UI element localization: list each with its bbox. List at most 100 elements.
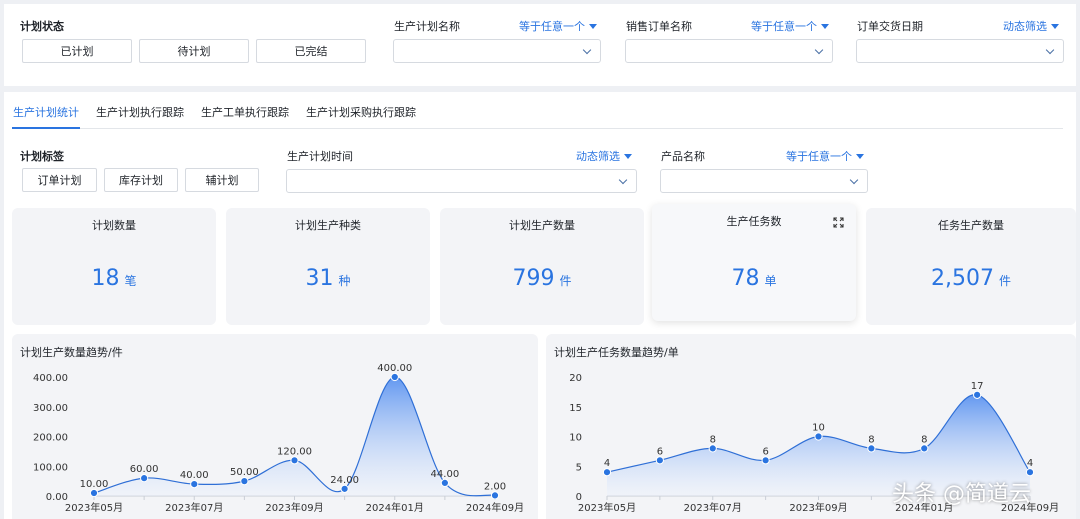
data-point[interactable]: [240, 477, 249, 486]
kpi-value: 2,507 件: [866, 266, 1076, 291]
data-point[interactable]: [1025, 468, 1035, 477]
data-label: 8: [868, 434, 874, 445]
data-point[interactable]: [814, 432, 823, 441]
data-point[interactable]: [602, 468, 612, 477]
data-point[interactable]: [140, 474, 149, 483]
kpi-task-count[interactable]: 生产任务数 78 单: [652, 204, 856, 321]
sales-order-operator-text: 等于任意一个: [751, 20, 817, 33]
data-label: 17: [971, 381, 984, 392]
data-label: 400.00: [377, 363, 412, 374]
y-tick-label: 5: [576, 462, 582, 473]
data-point[interactable]: [340, 484, 349, 493]
expand-icon[interactable]: [833, 217, 844, 228]
kpi-number: 2,507: [931, 266, 994, 291]
plan-name-select[interactable]: [393, 39, 601, 63]
data-point[interactable]: [708, 444, 717, 453]
x-tick-label: 2024年09月: [466, 501, 524, 514]
sales-order-select[interactable]: [625, 39, 833, 63]
plan-time-select[interactable]: [286, 169, 637, 193]
kpi-value: 78 单: [652, 266, 856, 291]
data-point[interactable]: [440, 478, 449, 488]
chevron-down-icon: [582, 45, 592, 55]
caret-down-icon: [624, 153, 632, 159]
kpi-task-quantity: 任务生产数量 2,507 件: [866, 208, 1076, 325]
plan-status-option-finished[interactable]: 已完结: [256, 39, 366, 63]
data-label: 4: [1027, 458, 1033, 469]
kpi-unit: 件: [998, 274, 1011, 288]
data-point[interactable]: [973, 390, 982, 399]
plan-time-operator[interactable]: 动态筛选: [576, 148, 632, 164]
plan-status-option-pending[interactable]: 待计划: [139, 39, 249, 63]
product-name-operator-text: 等于任意一个: [786, 150, 852, 163]
data-label: 8: [710, 434, 716, 445]
tab-plan-execution[interactable]: 生产计划执行跟踪: [96, 104, 184, 120]
plan-tag-option-aux[interactable]: 辅计划: [185, 168, 259, 192]
plan-tag-option-stock[interactable]: 库存计划: [104, 168, 178, 192]
data-point[interactable]: [490, 491, 500, 500]
caret-down-icon: [1051, 23, 1059, 29]
y-tick-label: 0: [576, 492, 582, 503]
data-label: 10.00: [80, 479, 109, 490]
y-tick-label: 20: [569, 373, 582, 384]
data-point[interactable]: [761, 456, 770, 465]
caret-down-icon: [856, 153, 864, 159]
x-tick-label: 2023年09月: [265, 501, 323, 514]
chart-card-quantity: 计划生产数量趋势/件 0.00 100.00 200.00 300.00 400.00 2…: [12, 334, 538, 519]
delivery-date-operator-text: 动态筛选: [1003, 20, 1047, 33]
plan-name-label: 生产计划名称: [394, 20, 460, 33]
kpi-value: 799 件: [440, 266, 644, 291]
data-label: 120.00: [277, 446, 312, 457]
data-point[interactable]: [920, 444, 929, 453]
chevron-down-icon: [849, 175, 859, 185]
delivery-date-select[interactable]: [856, 39, 1064, 63]
y-tick-label: 300.00: [33, 403, 68, 414]
plan-tag-label: 计划标签: [20, 150, 64, 163]
data-point[interactable]: [655, 456, 664, 465]
y-tick-label: 0.00: [46, 492, 68, 503]
kpi-title: 计划生产数量: [509, 219, 575, 232]
plan-name-operator-text: 等于任意一个: [519, 20, 585, 33]
kpi-unit: 笔: [124, 274, 137, 288]
x-tick-label: 2023年07月: [684, 501, 742, 514]
kpi-title: 计划数量: [92, 219, 136, 232]
delivery-date-operator[interactable]: 动态筛选: [1003, 18, 1059, 34]
y-tick-label: 200.00: [33, 433, 68, 444]
data-point[interactable]: [290, 456, 299, 465]
plan-name-operator[interactable]: 等于任意一个: [519, 18, 597, 34]
y-tick-label: 15: [569, 403, 582, 414]
kpi-plan-count: 计划数量 18 笔: [12, 208, 216, 325]
tab-workorder-execution[interactable]: 生产工单执行跟踪: [201, 104, 289, 120]
kpi-unit: 件: [559, 274, 572, 288]
data-label: 2.00: [484, 481, 506, 492]
kpi-number: 18: [91, 266, 120, 291]
data-label: 6: [762, 446, 768, 457]
sales-order-operator[interactable]: 等于任意一个: [751, 18, 829, 34]
caret-down-icon: [589, 23, 597, 29]
data-point[interactable]: [190, 480, 199, 489]
data-label: 8: [921, 434, 927, 445]
kpi-value: 31 种: [226, 266, 430, 291]
kpi-number: 78: [731, 266, 760, 291]
data-point[interactable]: [89, 488, 99, 498]
kpi-number: 799: [512, 266, 555, 291]
kpi-product-types: 计划生产种类 31 种: [226, 208, 430, 325]
kpi-value: 18 笔: [12, 266, 216, 291]
data-label: 44.00: [431, 469, 460, 480]
tab-divider: [12, 128, 1063, 129]
product-name-operator[interactable]: 等于任意一个: [786, 148, 864, 164]
quantity-trend-chart: 0.00 100.00 200.00 300.00 400.00 2023年05月 2023…: [33, 363, 524, 514]
tab-active-indicator: [12, 127, 80, 129]
x-tick-label: 2023年05月: [578, 501, 636, 514]
tab-plan-statistics[interactable]: 生产计划统计: [13, 104, 79, 120]
data-label: 10: [812, 423, 825, 434]
plan-tag-option-order[interactable]: 订单计划: [22, 168, 97, 192]
y-tick-label: 400.00: [33, 373, 68, 384]
kpi-title: 生产任务数: [726, 215, 782, 228]
plan-status-option-planned[interactable]: 已计划: [22, 39, 132, 63]
data-label: 50.00: [230, 467, 259, 478]
product-name-select[interactable]: [660, 169, 868, 193]
tab-purchase-execution[interactable]: 生产计划采购执行跟踪: [306, 104, 416, 120]
data-point[interactable]: [867, 444, 876, 453]
chevron-down-icon: [618, 175, 628, 185]
data-point[interactable]: [390, 372, 399, 382]
